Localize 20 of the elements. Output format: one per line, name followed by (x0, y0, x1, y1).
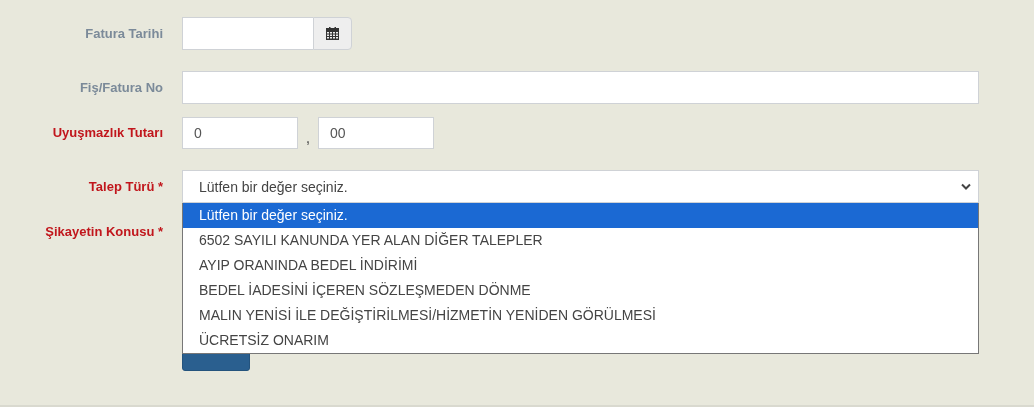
decimals-field[interactable]: 00 (318, 116, 434, 149)
dropdown-option[interactable]: AYIP ORANINDA BEDEL İNDİRİMİ (183, 253, 978, 278)
chevron-down-icon (961, 183, 971, 190)
dropdown-option[interactable]: ÜCRETSİZ ONARIM (183, 328, 978, 353)
field-label: Fatura Tarihi (84, 26, 163, 41)
dropdown-option[interactable]: MALIN YENİSİ İLE DEĞİŞTİRİLMESİ/HİZMETİN YENİDEN GÖRÜLMESİ (183, 303, 978, 328)
date-input-field[interactable] (182, 17, 313, 50)
dropdown-option[interactable]: Lütfen bir değer seçiniz. (183, 203, 978, 228)
field-label: Şikayetin Konusu * (44, 224, 163, 239)
text-input-field[interactable] (182, 71, 979, 104)
field-label: Talep Türü * (87, 179, 163, 194)
amount-field[interactable]: 0 (182, 116, 298, 149)
calendar-icon (326, 27, 339, 40)
dropdown-option[interactable]: BEDEL İADESİNİ İÇEREN SÖZLEŞMEDEN DÖNME (183, 278, 978, 303)
field-label: Fiş/Fatura No (78, 80, 163, 95)
decimal-separator: , (304, 127, 312, 147)
calendar-button[interactable] (313, 17, 352, 50)
select-field[interactable]: Lütfen bir değer seçiniz. (182, 170, 979, 203)
dropdown-option[interactable]: 6502 SAYILI KANUNDA YER ALAN DİĞER TALEPLER (183, 228, 978, 253)
field-label: Uyuşmazlık Tutarı (51, 125, 163, 140)
